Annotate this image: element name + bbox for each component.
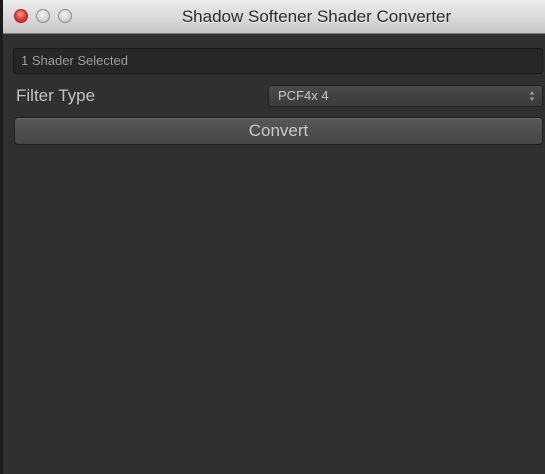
converter-window: Shadow Softener Shader Converter 1 Shade… xyxy=(0,0,545,474)
filter-type-label: Filter Type xyxy=(16,86,96,105)
up-down-arrows-icon xyxy=(529,91,535,101)
filter-type-dropdown[interactable]: PCF4x 4 xyxy=(268,85,543,107)
filter-type-value: PCF4x 4 xyxy=(278,88,329,103)
convert-button[interactable]: Convert xyxy=(14,117,543,145)
window-title: Shadow Softener Shader Converter xyxy=(181,7,452,26)
title-bar[interactable]: Shadow Softener Shader Converter xyxy=(3,0,545,34)
minimize-icon[interactable] xyxy=(36,9,50,23)
shader-selection-status: 1 Shader Selected xyxy=(13,48,543,74)
close-icon[interactable] xyxy=(14,9,28,23)
zoom-icon[interactable] xyxy=(58,9,72,23)
